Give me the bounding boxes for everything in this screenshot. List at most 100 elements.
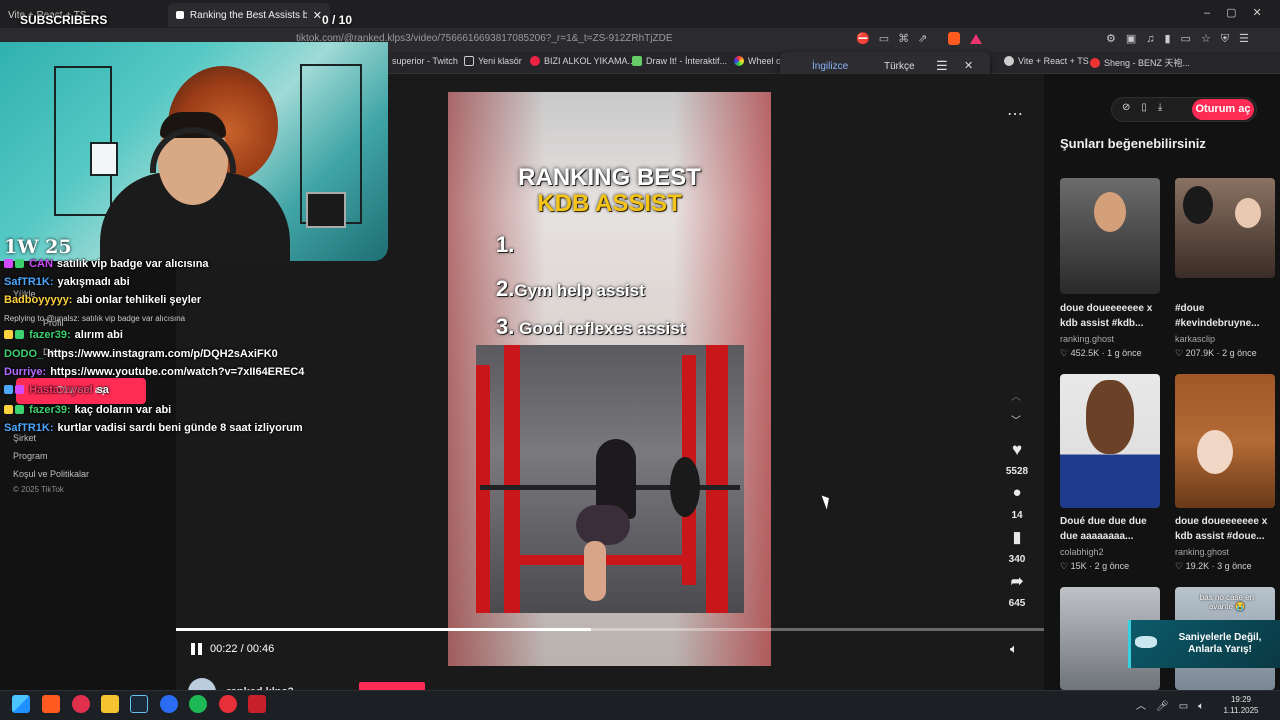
video-card-author[interactable]: ranking.ghost: [1060, 334, 1114, 344]
suggestions-heading: Şunları beğenebilirsiniz: [1060, 136, 1206, 151]
folder-icon[interactable]: [101, 695, 119, 713]
bookmark-icon[interactable]: ▮: [1003, 528, 1031, 546]
menu-icon[interactable]: ☰: [936, 58, 948, 74]
more-options-icon[interactable]: ⋯: [1007, 104, 1023, 124]
chat-badge: [15, 330, 24, 339]
bookmark-item[interactable]: Sheng - BENZ 天袍...: [1090, 56, 1190, 69]
bookmark-item[interactable]: Wheel of: [734, 56, 784, 66]
start-icon[interactable]: [12, 695, 30, 713]
chat-message: fazer39: alırım abi: [4, 329, 123, 341]
volume-icon[interactable]: 🔈︎: [1010, 641, 1018, 657]
video-card-stats: ♡ 207.9K · 2 g önce: [1175, 348, 1257, 358]
bookmark-item[interactable]: Yeni klasör: [464, 56, 522, 66]
video-card-title[interactable]: doue doueeeeeee x kdb assist #kdb...: [1060, 301, 1164, 331]
chat-text: https://www.instagram.com/p/DQH2sAxiFK0: [47, 348, 278, 360]
video-title-line1: RANKING BEST: [518, 164, 701, 191]
login-button[interactable]: Oturum aç: [1192, 99, 1254, 120]
like-count: 5528: [1005, 466, 1029, 477]
bookmark-item[interactable]: Vite + React + TS: [1004, 56, 1089, 66]
video-card-stats: ♡ 19.2K · 3 g önce: [1175, 561, 1252, 571]
site-icon: [530, 56, 540, 66]
chat-badge: [4, 385, 13, 394]
chat-message: CAN satılık vip badge var alıcısına: [4, 258, 209, 270]
footer-link[interactable]: Koşul ve Politikalar: [13, 469, 89, 479]
car-icon: [1135, 636, 1157, 648]
steam-icon[interactable]: [130, 695, 148, 713]
like-icon[interactable]: ♥: [1003, 440, 1031, 460]
win-loss-counter: 1W 25: [4, 236, 72, 258]
video-card-title[interactable]: #doue #kevindebruyne...: [1175, 301, 1279, 331]
spotify-icon[interactable]: [189, 695, 207, 713]
app-icon[interactable]: [248, 695, 266, 713]
video-card-author[interactable]: ranking.ghost: [1175, 547, 1229, 557]
chat-text: https://www.youtube.com/watch?v=7xII64ER…: [50, 366, 305, 378]
wall-frame: [90, 142, 118, 176]
video-card-author[interactable]: colabhigh2: [1060, 547, 1104, 557]
close-icon[interactable]: ✕: [964, 59, 973, 72]
copyright: © 2025 TikTok: [13, 485, 64, 494]
progress-fill: [176, 628, 592, 631]
athlete-leg: [584, 541, 606, 601]
chat-text: kaç doların var abi: [74, 404, 172, 416]
rank-item-2: 2.Gym help assist: [496, 276, 645, 301]
chat-user: Durriye:: [4, 366, 47, 378]
translate-source-tab[interactable]: İngilizce: [812, 61, 848, 72]
app-icon[interactable]: [160, 695, 178, 713]
tiktok-icon: [176, 11, 184, 19]
chat-user: Badboyyyyy:: [4, 294, 73, 306]
video-card-stats: ♡ 15K · 2 g önce: [1060, 561, 1130, 571]
bookmark-item[interactable]: Draw It! - İnteraktif...: [632, 56, 727, 66]
video-thumbnail[interactable]: [1175, 374, 1275, 508]
rack-post: [706, 345, 728, 613]
brave-rewards-icon[interactable]: [970, 34, 982, 44]
pause-icon[interactable]: [191, 643, 203, 655]
prev-video-icon[interactable]: ︿: [1011, 388, 1021, 403]
video-card-title[interactable]: Doué due due due due aaaaaaaa...: [1060, 514, 1164, 544]
video-time: 00:22 / 00:46: [210, 643, 275, 655]
chat-text: satılık vip badge var alıcısına: [56, 258, 209, 270]
video-title-line2: KDB ASSIST: [537, 190, 682, 217]
weight-plate: [670, 457, 700, 517]
next-video-icon[interactable]: ﹀: [1011, 412, 1021, 427]
app-icon[interactable]: [219, 695, 237, 713]
translate-target-tab[interactable]: Türkçe: [884, 61, 915, 72]
chat-message: Hastaveysel sa: [4, 384, 109, 396]
brave-shield-icon[interactable]: [948, 32, 960, 45]
video-thumbnail[interactable]: [1060, 374, 1160, 508]
globe-icon: [1004, 56, 1014, 66]
video-thumbnail[interactable]: [1060, 178, 1160, 294]
address-bar-icons[interactable]: ⛔▭⌘⇗: [856, 32, 936, 45]
comment-icon[interactable]: ●: [1003, 484, 1031, 501]
close-icon[interactable]: ✕: [313, 9, 322, 22]
video-card-title[interactable]: doue doueeeeeee x kdb assist #doue...: [1175, 514, 1279, 544]
chat-reply-context: Replying to @unalsz: satılık vip badge v…: [4, 314, 186, 323]
share-count: 645: [1008, 598, 1026, 609]
chat-badge: [4, 405, 13, 414]
chat-message: DODO_ https://www.instagram.com/p/DQH2sAx…: [4, 348, 278, 360]
top-action-icons[interactable]: ⊘▯⤓: [1122, 102, 1173, 113]
share-icon[interactable]: ➦: [1003, 572, 1031, 590]
chat-badge: [15, 405, 24, 414]
chat-text: yakışmadı abi: [57, 276, 130, 288]
location-app-icon[interactable]: [72, 695, 90, 713]
chat-text: abi onlar tehlikeli şeyler: [76, 294, 202, 306]
bookmark-item[interactable]: superior - Twitch: [392, 56, 458, 66]
site-icon: [1090, 57, 1100, 68]
rank-item-3: 3. Good reflexes assist: [496, 314, 686, 339]
shelf: [54, 66, 112, 216]
chat-message: SafTR1K: kurtlar vadisi sardı beni günde …: [4, 422, 303, 434]
chat-badge: [15, 385, 24, 394]
window-controls[interactable]: –▢✕: [1204, 6, 1278, 19]
system-tray-icons[interactable]: ︿🎤︎▭🔈︎: [1136, 697, 1214, 712]
bookmark-item[interactable]: BIZI ALKOL YIKAMA...: [530, 56, 635, 66]
footer-link[interactable]: Program: [13, 451, 48, 461]
chat-text: alırım abi: [74, 329, 123, 341]
brave-icon[interactable]: [42, 695, 60, 713]
extension-icons[interactable]: ⚙▣♫▮▭☆⛨☰: [1106, 32, 1259, 46]
video-thumbnail[interactable]: [1175, 178, 1275, 278]
video-card-author[interactable]: karkasclip: [1175, 334, 1215, 344]
video-card-stats: ♡ 452.5K · 1 g önce: [1060, 348, 1142, 358]
footer-link[interactable]: Şirket: [13, 433, 36, 443]
tab-tiktok-video[interactable]: Ranking the Best Assists by K ✕: [168, 3, 330, 27]
chat-text: sa: [96, 384, 109, 396]
